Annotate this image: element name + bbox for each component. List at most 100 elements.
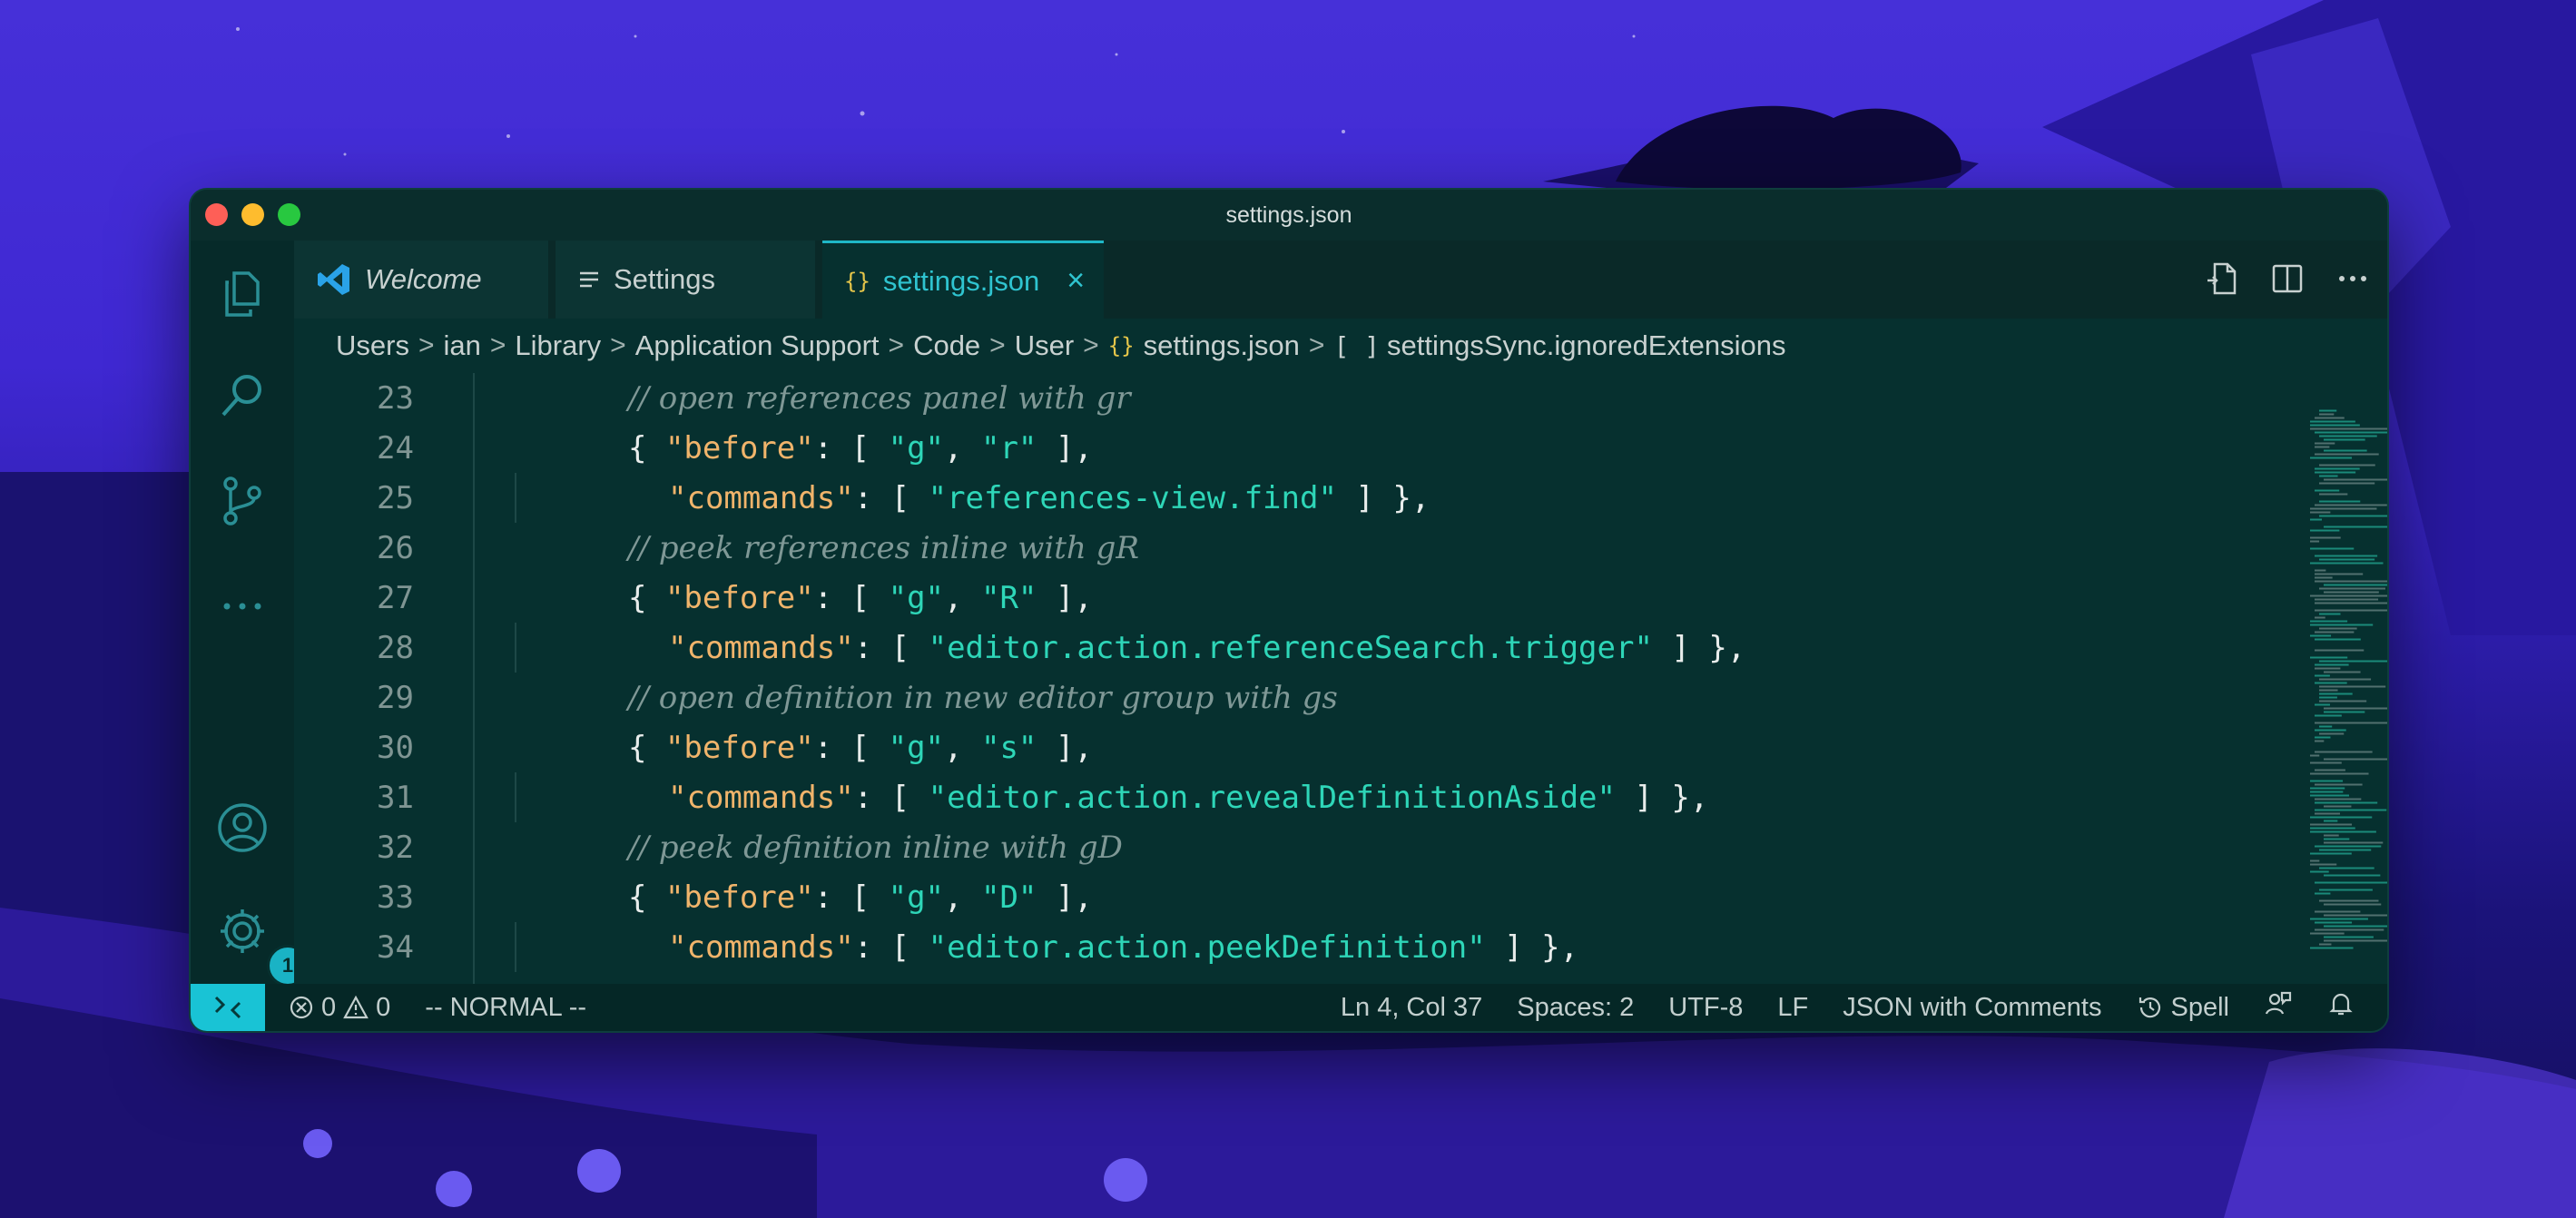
- minimap-line: [2315, 798, 2362, 801]
- code-line[interactable]: 33 { "before": [ "g", "D" ],: [294, 872, 2182, 922]
- problems-indicator[interactable]: 0 0: [289, 993, 390, 1023]
- breadcrumb-item-library[interactable]: Library: [515, 329, 601, 362]
- source-control-icon[interactable]: [216, 475, 269, 527]
- code-line[interactable]: 24 { "before": [ "g", "r" ],: [294, 423, 2182, 473]
- line-number: 23: [377, 379, 414, 417]
- line-number: 29: [377, 679, 414, 716]
- minimap-line: [2315, 729, 2346, 732]
- breadcrumb-separator: >: [610, 330, 626, 360]
- minimap-line: [2315, 467, 2360, 470]
- code-line[interactable]: 29 // open definition in new editor group…: [294, 673, 2182, 722]
- minimap-line: [2324, 758, 2387, 761]
- code-line[interactable]: 31 "commands": [ "editor.action.revealDef…: [294, 772, 2182, 822]
- minimap-line: [2310, 457, 2353, 459]
- minimap[interactable]: [2305, 373, 2387, 984]
- code-editor[interactable]: 23 // open references panel with gr 24 { "b…: [294, 373, 2387, 984]
- code-text: // open definition in new editor group w…: [628, 673, 1338, 722]
- minimap-line: [2319, 409, 2337, 412]
- code-punctuation: ,: [944, 579, 981, 616]
- tab-label: Settings: [614, 263, 716, 295]
- minimap-line: [2315, 598, 2379, 601]
- line-number: 32: [377, 829, 414, 866]
- line-ending[interactable]: LF: [1777, 993, 1808, 1023]
- minimap-line: [2315, 573, 2364, 575]
- close-tab-icon[interactable]: ×: [1067, 263, 1085, 299]
- split-editor-icon[interactable]: [2267, 259, 2307, 299]
- minimap-line: [2310, 540, 2320, 543]
- code-line[interactable]: 34 "commands": [ "editor.action.peekDefin…: [294, 922, 2182, 972]
- minimap-line: [2315, 809, 2387, 811]
- code-line[interactable]: 25 "commands": [ "references-view.find" ]…: [294, 473, 2182, 523]
- code-line[interactable]: 30 { "before": [ "g", "s" ],: [294, 722, 2182, 772]
- feedback-icon[interactable]: [2264, 989, 2293, 1026]
- breadcrumb-item-user[interactable]: User: [1015, 329, 1074, 362]
- minimap-line: [2310, 518, 2322, 521]
- code-line[interactable]: 28 "commands": [ "editor.action.reference…: [294, 623, 2182, 673]
- code-line[interactable]: 23 // open references panel with gr: [294, 373, 2182, 423]
- code-punctuation: {: [628, 879, 665, 916]
- code-string: "g": [888, 729, 945, 766]
- minimap-line: [2315, 453, 2379, 456]
- manage-gear-icon[interactable]: 1: [216, 905, 309, 987]
- breadcrumb-item-application-support[interactable]: Application Support: [635, 329, 880, 362]
- explorer-icon[interactable]: [216, 268, 269, 320]
- spell-checker[interactable]: Spell: [2137, 993, 2229, 1023]
- code-punctuation: : [: [813, 879, 889, 916]
- breadcrumb-separator: >: [1083, 330, 1099, 360]
- breadcrumb-item-users[interactable]: Users: [336, 329, 409, 362]
- indentation[interactable]: Spaces: 2: [1517, 993, 1634, 1023]
- remote-indicator[interactable]: [191, 984, 265, 1031]
- status-bar-right: Ln 4, Col 37 Spaces: 2 UTF-8 LF JSON wit…: [1341, 984, 2355, 1031]
- minimap-line: [2310, 918, 2368, 920]
- array-brackets-icon: [ ]: [1333, 330, 1381, 361]
- accounts-icon[interactable]: [216, 801, 269, 854]
- minimap-line: [2310, 754, 2320, 757]
- code-punctuation: ] },: [1485, 928, 1579, 966]
- minimap-line: [2324, 526, 2387, 528]
- language-mode[interactable]: JSON with Comments: [1843, 993, 2101, 1023]
- minimize-window-button[interactable]: [241, 203, 264, 226]
- breadcrumb-item-ian[interactable]: ian: [443, 329, 480, 362]
- minimap-line: [2310, 827, 2355, 830]
- code-string: "editor.action.referenceSearch.trigger": [928, 629, 1653, 666]
- code-comment: // open references panel with gr: [628, 379, 1131, 417]
- minimap-line: [2315, 417, 2345, 419]
- code-line[interactable]: 27 { "before": [ "g", "R" ],: [294, 573, 2182, 623]
- encoding[interactable]: UTF-8: [1668, 993, 1743, 1023]
- status-bar: 0 0 -- NORMAL -- Ln 4, Col 37 Spaces: 2 …: [191, 984, 2387, 1031]
- minimap-line: [2324, 805, 2352, 808]
- minimap-line: [2324, 671, 2361, 673]
- code-line[interactable]: 32 // peek definition inline with gD: [294, 822, 2182, 872]
- code-punctuation: {: [628, 429, 665, 467]
- minimap-line: [2319, 849, 2372, 851]
- breadcrumb-separator: >: [888, 330, 905, 360]
- close-window-button[interactable]: [205, 203, 228, 226]
- breadcrumb-item-code[interactable]: Code: [913, 329, 980, 362]
- more-actions-icon[interactable]: [2333, 259, 2373, 299]
- breadcrumb-item-file[interactable]: settings.json: [1144, 329, 1300, 362]
- line-number: 30: [377, 729, 414, 766]
- minimap-line: [2315, 631, 2355, 634]
- code-line[interactable]: 26 // peek references inline with gR: [294, 523, 2182, 573]
- code-punctuation: {: [628, 729, 665, 766]
- tab-settings-json[interactable]: {} settings.json ×: [822, 241, 1104, 319]
- minimap-line: [2319, 692, 2353, 695]
- breadcrumb-separator: >: [489, 330, 506, 360]
- minimap-line: [2310, 816, 2373, 819]
- minimap-line: [2319, 464, 2375, 467]
- tab-settings[interactable]: Settings: [556, 241, 815, 319]
- line-number: 28: [377, 629, 414, 666]
- code-text: "commands": [ "editor.action.peekDefinit…: [668, 922, 1578, 972]
- maximize-window-button[interactable]: [278, 203, 300, 226]
- breadcrumb-item-symbol[interactable]: settingsSync.ignoredExtensions: [1387, 329, 1785, 362]
- minimap-line: [2315, 892, 2331, 895]
- json-braces-icon: {}: [844, 268, 870, 294]
- minimap-line: [2310, 536, 2341, 539]
- more-icon[interactable]: [216, 580, 269, 633]
- open-settings-file-icon[interactable]: [2202, 259, 2242, 299]
- search-icon[interactable]: [216, 369, 269, 422]
- notifications-bell-icon[interactable]: [2327, 990, 2355, 1025]
- code-punctuation: ] },: [1615, 779, 1709, 816]
- cursor-position[interactable]: Ln 4, Col 37: [1341, 993, 1482, 1023]
- tab-welcome[interactable]: Welcome: [294, 241, 548, 319]
